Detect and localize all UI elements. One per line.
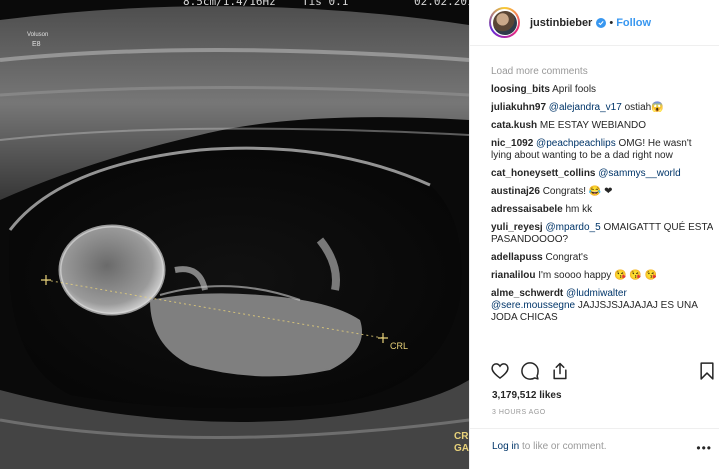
device-model: E8 (32, 41, 41, 48)
post-sidebar: justinbieber • Follow Load more comments… (469, 0, 719, 469)
comment-text: hm kk (565, 204, 593, 215)
likes-count[interactable]: 3,179,512 likes (492, 390, 562, 401)
heart-icon[interactable] (490, 361, 510, 386)
more-options-icon[interactable]: ••• (696, 441, 712, 455)
comment-mention[interactable]: @alejandra_v17 (549, 102, 622, 113)
comment-mention[interactable]: @mpardo_5 (546, 222, 601, 233)
comment-item: cat_honeysett_collins @sammys__world (491, 168, 713, 180)
comment-username[interactable]: cata.kush (491, 120, 537, 131)
comment-username[interactable]: juliakuhn97 (491, 102, 546, 113)
login-link[interactable]: Log in (492, 441, 519, 452)
comment-text: I'm soooo happy 😘 😘 😘 (538, 270, 657, 281)
device-label: Voluson (27, 32, 49, 38)
share-icon[interactable] (550, 361, 570, 386)
comment-username[interactable]: adellapuss (491, 252, 543, 263)
post-header: justinbieber • Follow (470, 0, 719, 46)
comment-text: Congrat's (545, 252, 588, 263)
comment-mention[interactable]: @peachpeachlips (536, 138, 616, 149)
load-more-comments-button[interactable]: Load more comments (491, 66, 713, 77)
crl-marker-label: CRL (390, 341, 409, 351)
post-image[interactable]: 8.5cm/1.4/16Hz Tis 0.1 02.02.201 Voluson… (0, 0, 469, 469)
comment-username[interactable]: nic_1092 (491, 138, 533, 149)
comment-item: austinaj26 Congrats! 😂 ❤ (491, 186, 713, 198)
comment-item: nic_1092 @peachpeachlips OMG! He wasn't … (491, 138, 713, 162)
scan-date: 02.02.201 (414, 0, 469, 8)
comment-text: ME ESTAY WEBIANDO (539, 120, 647, 131)
follow-button[interactable]: Follow (616, 17, 651, 29)
comment-item: loosing_bits April fools (491, 84, 713, 96)
comment-text: April fools (552, 84, 597, 95)
ga-corner-label: GA (454, 443, 469, 454)
login-prompt-text: to like or comment. (522, 441, 607, 452)
comment-username[interactable]: loosing_bits (491, 84, 550, 95)
header-separator: • (609, 16, 614, 29)
comment-text: ostiah😱 (624, 102, 664, 113)
comment-username[interactable]: yuli_reyesj (491, 222, 543, 233)
probe-readout: 8.5cm/1.4/16Hz (183, 0, 276, 8)
author-username[interactable]: justinbieber (530, 17, 592, 29)
crl-corner-label: CR (454, 431, 469, 442)
comment-username[interactable]: cat_honeysett_collins (491, 168, 595, 179)
avatar[interactable] (489, 7, 520, 38)
comment-icon[interactable] (520, 361, 540, 386)
comment-username[interactable]: adressaisabele (491, 204, 563, 215)
comment-item: rianalilou I'm soooo happy 😘 😘 😘 (491, 270, 713, 282)
comment-username[interactable]: rianalilou (491, 270, 535, 281)
verified-badge-icon (596, 17, 607, 28)
bookmark-icon[interactable] (698, 361, 716, 386)
tis-readout: Tis 0.1 (302, 0, 349, 8)
comment-text: Congrats! 😂 ❤ (542, 186, 613, 197)
comment-item: adellapuss Congrat's (491, 252, 713, 264)
comment-item: yuli_reyesj @mpardo_5 OMAIGATTT QUÉ ESTA… (491, 222, 713, 246)
comment-item: juliakuhn97 @alejandra_v17 ostiah😱 (491, 102, 713, 114)
avatar-photo (492, 10, 517, 35)
post-footer: Log in to like or comment. ••• (470, 428, 719, 469)
comment-username[interactable]: austinaj26 (491, 186, 540, 197)
comment-username[interactable]: alme_schwerdt (491, 288, 563, 299)
ultrasound-image (0, 0, 469, 469)
comment-item: alme_schwerdt @ludmiwalter @sere.mousseg… (491, 288, 713, 324)
comments-list: Load more comments loosing_bits April fo… (491, 62, 713, 354)
comment-item: adressaisabele hm kk (491, 204, 713, 216)
post-actions (490, 361, 716, 385)
post-timestamp[interactable]: 3 HOURS AGO (492, 409, 546, 416)
comment-mention[interactable]: @sammys__world (598, 168, 680, 179)
comment-item: cata.kush ME ESTAY WEBIANDO (491, 120, 713, 132)
